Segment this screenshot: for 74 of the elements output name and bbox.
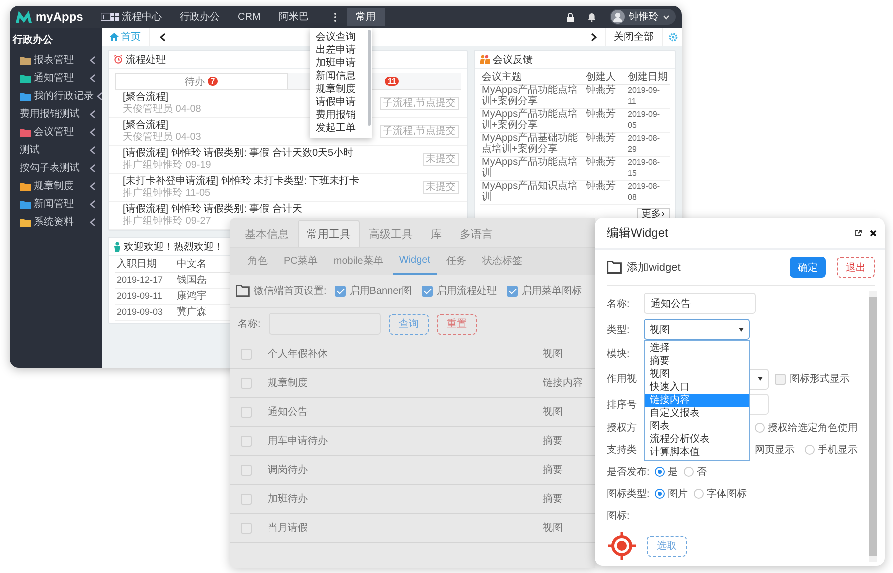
table-cell: 2019-08-29 <box>626 133 670 157</box>
column-header: 创建日期 <box>626 71 670 85</box>
column-header: 入职日期 <box>115 258 175 273</box>
radio-label: 字体图标 <box>707 488 747 501</box>
item-meta: 推广组钟惟玲 09-27 <box>123 216 212 227</box>
table-cell-text: 链接内容 <box>543 376 584 390</box>
logo-text: myApps <box>36 10 84 24</box>
radio-label: 是 <box>668 466 678 480</box>
item-meta: 推广组钟惟玲 11-05 <box>123 188 211 199</box>
field-label: 图标: <box>607 510 631 523</box>
table-cell-text: 调岗待办 <box>268 464 309 477</box>
table-cell-text: 加班待办 <box>268 492 309 506</box>
table-cell: MyApps产品知识点培训 <box>480 181 584 205</box>
table-cell: 2019-08-08 <box>626 181 670 205</box>
count-badge: 7 <box>208 77 218 86</box>
column-header: 会议主题 <box>480 71 584 85</box>
field-label: 排序号 <box>607 398 638 412</box>
field-label: 名称: <box>607 298 631 311</box>
table-cell: MyApps产品功能点培训 <box>480 157 584 181</box>
count-badge: 11 <box>385 77 400 86</box>
table-cell-text: 个人年假补休 <box>268 348 329 361</box>
status-tag: 子流程,节点提交 <box>380 97 459 110</box>
table-cell: MyApps产品基础功能点培训+案例分享 <box>480 133 584 157</box>
field-label: 图标类型: <box>607 488 651 501</box>
table-cell-text: 视图 <box>543 348 564 361</box>
field-label: 授权方 <box>607 422 638 436</box>
table-cell: 钟燕芳 <box>584 109 626 133</box>
radio-label: 网页显示 <box>755 444 795 458</box>
table-cell-text: 当月请假 <box>268 522 309 535</box>
field-label: 作用视 <box>607 372 638 386</box>
table-cell: 钟燕芳 <box>584 181 626 205</box>
dialog-title: 编辑Widget <box>607 224 670 242</box>
status-tag: 子流程,节点提交 <box>380 125 459 138</box>
checkbox-label: 图标形式显示 <box>790 372 850 386</box>
table-cell-text: 通知公告 <box>268 406 309 419</box>
status-tag: 未提交 <box>423 181 459 194</box>
radio-label: 手机显示 <box>818 444 858 458</box>
table-cell: MyApps产品功能点培训+案例分享 <box>480 109 584 133</box>
radio-label: 授权给选定角色使用 <box>768 422 858 436</box>
checkbox-label: 启用菜单图标 <box>522 284 582 298</box>
table-cell: 2019-09-11 <box>115 289 175 305</box>
sidebar-title: 行政办公 <box>12 34 54 48</box>
table-cell-text: 用车申请待办 <box>268 434 329 448</box>
radio-label: 否 <box>697 466 707 480</box>
table-cell-text: 摘要 <box>543 464 564 477</box>
field-label: 是否发布: <box>607 466 651 480</box>
table-cell: 2019-08-15 <box>626 157 670 181</box>
table-cell-text: 视图 <box>543 406 564 419</box>
table-cell-text: 规章制度 <box>268 376 309 390</box>
table-cell-text: 摘要 <box>543 492 564 506</box>
table-cell-text: 摘要 <box>543 434 564 448</box>
item-meta: 天俊管理员 04-08 <box>123 104 202 115</box>
item-meta: 天俊管理员 04-03 <box>123 132 202 143</box>
column-header: 创建人 <box>584 71 626 85</box>
field-label: 名称: <box>238 318 261 331</box>
panel-title: 欢迎欢迎！热烈欢迎！ <box>124 240 224 254</box>
field-label: 模块: <box>607 348 631 362</box>
panel-title: 流程处理 <box>126 54 166 66</box>
field-label: 支持类 <box>607 444 638 458</box>
dialog-heading: 添加widget <box>627 261 681 275</box>
status-tag: 未提交 <box>423 153 459 166</box>
table-cell: 2019-09-03 <box>115 305 175 321</box>
table-cell-text: 视图 <box>543 522 564 535</box>
table-cell: 2019-09-11 <box>626 85 670 109</box>
table-cell: 钟燕芳 <box>584 85 626 109</box>
panel-title: 会议反馈 <box>493 54 533 66</box>
item-meta: 推广组钟惟玲 09-19 <box>123 160 212 171</box>
table-cell: 2019-09-05 <box>626 109 670 133</box>
table-cell: 2019-12-17 <box>115 273 175 289</box>
table-cell: MyApps产品功能点培训+案例分享 <box>480 85 584 109</box>
table-cell: 钟燕芳 <box>584 133 626 157</box>
field-label: 类型: <box>607 324 631 337</box>
table-cell: 钟燕芳 <box>584 157 626 181</box>
radio-label: 图片 <box>668 488 688 501</box>
